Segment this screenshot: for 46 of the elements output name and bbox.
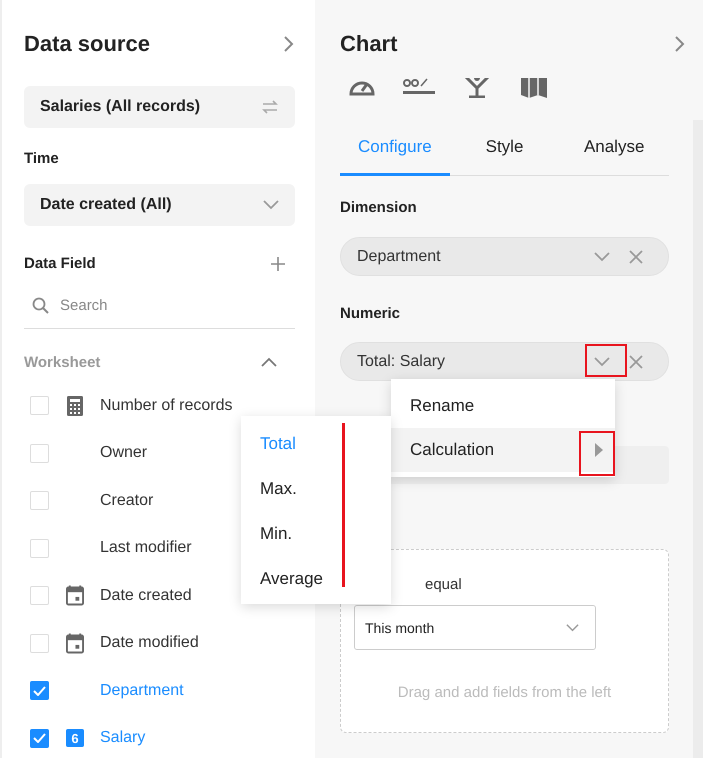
chevron-right-icon[interactable]	[283, 35, 295, 53]
close-icon[interactable]	[628, 248, 644, 264]
swap-icon	[261, 100, 279, 114]
panel-title: Chart	[340, 31, 398, 57]
dimension-field[interactable]: Department	[340, 237, 669, 276]
period-dropdown[interactable]: This month	[354, 605, 596, 650]
calendar-icon	[66, 585, 84, 606]
data-source-selector[interactable]: Salaries (All records)	[24, 86, 295, 128]
menu-item[interactable]: Calculation	[391, 428, 615, 472]
drop-zone[interactable]: equal This month Drag and add fields from the left	[340, 549, 669, 733]
field-label[interactable]: Creator	[100, 492, 154, 510]
tab[interactable]: Style	[450, 120, 560, 176]
time-dropdown[interactable]: Date created (All)	[24, 184, 295, 226]
checkbox[interactable]	[30, 728, 49, 748]
calendar-icon	[66, 632, 84, 654]
field-label[interactable]: Date modified	[100, 634, 199, 652]
chevron-down-icon[interactable]	[263, 200, 279, 210]
section-label: Time	[24, 149, 60, 169]
number-field-icon: 6	[66, 729, 84, 748]
drop-hint: Drag and add fields from the left	[396, 684, 612, 701]
search-field[interactable]: Search	[58, 296, 262, 315]
filter-operator: equal	[425, 576, 462, 593]
field-label[interactable]: Number of records	[100, 396, 232, 415]
caret-up-icon[interactable]	[261, 357, 277, 367]
search-icon	[32, 296, 50, 314]
plus-icon[interactable]	[270, 256, 286, 272]
section-label: Numeric	[340, 304, 402, 324]
calculator-icon	[66, 396, 84, 416]
chevron-right-icon[interactable]	[674, 35, 686, 53]
menu-item[interactable]: Max.	[241, 466, 391, 511]
menu-item[interactable]: Rename	[391, 384, 615, 428]
chevron-down-icon[interactable]	[566, 624, 579, 632]
checkbox[interactable]	[30, 681, 49, 700]
field-label[interactable]: Owner	[100, 444, 148, 462]
close-icon[interactable]	[628, 354, 644, 370]
highlight-box	[579, 431, 615, 476]
field-label[interactable]: Last modifier	[100, 539, 192, 558]
field-label[interactable]: Date created	[100, 586, 192, 605]
tab[interactable]: Analyse	[559, 120, 670, 176]
chevron-down-icon[interactable]	[594, 356, 610, 366]
chevron-down-icon[interactable]	[594, 252, 610, 262]
panel-title: Data source	[24, 31, 150, 57]
numeric-field[interactable]: Total: Salary	[340, 342, 669, 381]
section-label: Dimension	[340, 198, 418, 218]
highlight-box	[585, 344, 627, 377]
section-label: Data Field	[24, 254, 96, 274]
